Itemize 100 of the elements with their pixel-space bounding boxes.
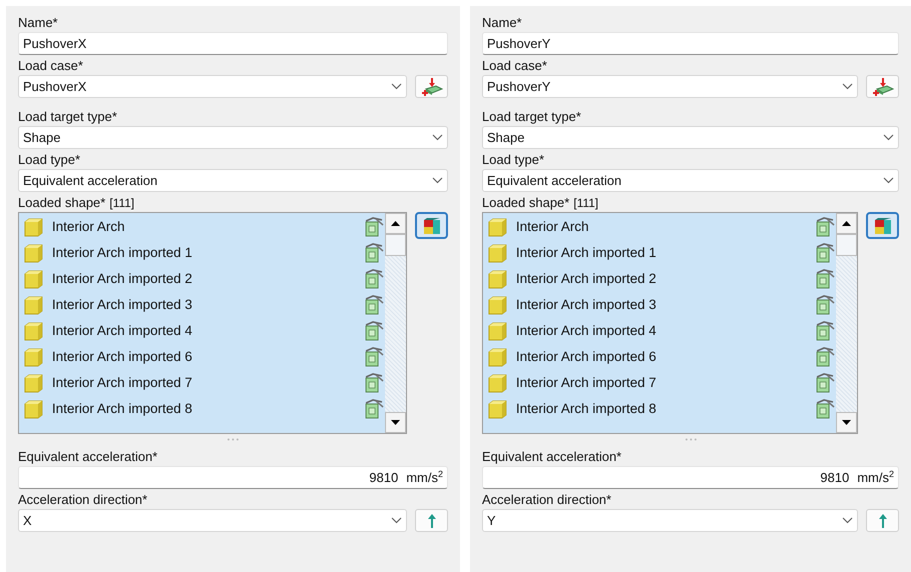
- field-label: Load target type*: [18, 108, 118, 126]
- chevron-icon: [842, 517, 853, 524]
- field-label: Load case*: [482, 57, 548, 75]
- shape-list[interactable]: Interior Arch Interior Arch imported 1 Interior Arch imported 2 Interior Arch imported 3 Interior Arch imported 4 Interior Arch imported 6 Interior Arch imported 7 Interior Arch imported 8: [482, 212, 858, 434]
- arrow-up-icon: [426, 512, 436, 528]
- scroll-up-icon[interactable]: [391, 221, 400, 226]
- bin-icon: [814, 216, 836, 238]
- scroll-thumb[interactable]: [836, 234, 857, 256]
- dropdown[interactable]: Shape: [482, 126, 899, 149]
- bin-icon: [363, 398, 385, 420]
- bin-icon: [814, 372, 836, 394]
- bin-icon: [363, 216, 385, 238]
- bin-icon: [363, 242, 385, 264]
- chevron-icon: [432, 177, 443, 184]
- field-label: Load case*: [18, 57, 84, 75]
- scroll-thumb[interactable]: [385, 234, 406, 256]
- bin-icon: [363, 320, 385, 342]
- shape-list[interactable]: Interior Arch Interior Arch imported 1 Interior Arch imported 2 Interior Arch imported 3 Interior Arch imported 4 Interior Arch imported 6 Interior Arch imported 7 Interior Arch imported 8: [18, 212, 407, 434]
- cube-icon: [872, 216, 892, 236]
- cube-icon: [23, 320, 44, 342]
- list-item[interactable]: Interior Arch imported 8: [516, 398, 806, 420]
- load-case-button[interactable]: [866, 75, 899, 98]
- cube-icon: [23, 268, 44, 290]
- list-item[interactable]: Interior Arch: [516, 216, 806, 238]
- bin-icon: [363, 294, 385, 316]
- view-shapes-button[interactable]: [415, 212, 448, 239]
- cube-icon: [23, 294, 44, 316]
- field-label: Loaded shape*: [482, 194, 570, 212]
- chevron-icon: [842, 83, 853, 90]
- field-label: Equivalent acceleration*: [482, 448, 622, 466]
- list-item[interactable]: Interior Arch imported 8: [52, 398, 355, 420]
- list-item[interactable]: Interior Arch imported 7: [52, 372, 355, 394]
- direction-button[interactable]: [866, 509, 899, 532]
- field-label: Load type*: [18, 151, 80, 169]
- resize-grip[interactable]: [684, 438, 696, 442]
- field-label: Name*: [482, 14, 522, 32]
- cube-icon: [487, 346, 508, 368]
- dropdown[interactable]: Equivalent acceleration: [18, 169, 448, 192]
- cube-icon: [487, 294, 508, 316]
- list-item[interactable]: Interior Arch imported 2: [52, 268, 355, 290]
- dropdown[interactable]: PushoverX: [18, 75, 407, 98]
- cube-icon: [23, 346, 44, 368]
- list-item[interactable]: Interior Arch imported 6: [52, 346, 355, 368]
- resize-grip[interactable]: [227, 438, 239, 442]
- chevron-icon: [391, 83, 402, 90]
- field-label: Load type*: [482, 151, 544, 169]
- list-item[interactable]: Interior Arch imported 2: [516, 268, 806, 290]
- cube-icon: [23, 242, 44, 264]
- arrow-up-icon: [878, 512, 888, 528]
- field-label: Name*: [18, 14, 58, 32]
- scroll-up-icon[interactable]: [842, 221, 851, 226]
- dropdown[interactable]: Equivalent acceleration: [482, 169, 899, 192]
- dropdown[interactable]: Y: [482, 509, 858, 532]
- cube-icon: [422, 216, 442, 236]
- bin-icon: [363, 346, 385, 368]
- field-label: Load target type*: [482, 108, 582, 126]
- list-item[interactable]: Interior Arch imported 4: [52, 320, 355, 342]
- list-item[interactable]: Interior Arch: [52, 216, 355, 238]
- bin-icon: [814, 242, 836, 264]
- direction-button[interactable]: [415, 509, 448, 532]
- cube-icon: [23, 372, 44, 394]
- dropdown[interactable]: PushoverY: [482, 75, 858, 98]
- scrollbar[interactable]: [385, 213, 406, 433]
- list-item[interactable]: Interior Arch imported 3: [52, 294, 355, 316]
- field-label: Equivalent acceleration*: [18, 448, 158, 466]
- bin-icon: [814, 294, 836, 316]
- cube-icon: [487, 320, 508, 342]
- input-field[interactable]: PushoverY: [482, 32, 899, 55]
- scrollbar[interactable]: [836, 213, 857, 433]
- list-item[interactable]: Interior Arch imported 3: [516, 294, 806, 316]
- load-case-button[interactable]: [415, 75, 448, 98]
- input-field[interactable]: 9810 mm/s$^{2}$: [482, 466, 899, 489]
- bin-icon: [363, 372, 385, 394]
- input-field[interactable]: 9810 mm/s$^{2}$: [18, 466, 448, 489]
- list-item[interactable]: Interior Arch imported 1: [516, 242, 806, 264]
- cube-icon: [487, 372, 508, 394]
- bin-icon: [814, 398, 836, 420]
- view-shapes-button[interactable]: [866, 212, 899, 239]
- cube-icon: [487, 216, 508, 238]
- chevron-icon: [432, 134, 443, 141]
- list-item[interactable]: Interior Arch imported 4: [516, 320, 806, 342]
- scroll-down-icon[interactable]: [391, 420, 400, 425]
- dropdown[interactable]: X: [18, 509, 407, 532]
- bin-icon: [814, 346, 836, 368]
- shape-count: [111]: [109, 195, 134, 212]
- bin-icon: [814, 268, 836, 290]
- list-item[interactable]: Interior Arch imported 1: [52, 242, 355, 264]
- field-label: Acceleration direction*: [482, 491, 612, 509]
- bin-icon: [814, 320, 836, 342]
- list-item[interactable]: Interior Arch imported 7: [516, 372, 806, 394]
- scroll-down-icon[interactable]: [842, 420, 851, 425]
- dropdown[interactable]: Shape: [18, 126, 448, 149]
- field-label: Loaded shape*: [18, 194, 106, 212]
- cube-icon: [487, 268, 508, 290]
- chevron-icon: [883, 134, 894, 141]
- input-field[interactable]: PushoverX: [18, 32, 448, 55]
- list-item[interactable]: Interior Arch imported 6: [516, 346, 806, 368]
- bin-icon: [363, 268, 385, 290]
- load-icon: [420, 76, 444, 96]
- chevron-icon: [883, 177, 894, 184]
